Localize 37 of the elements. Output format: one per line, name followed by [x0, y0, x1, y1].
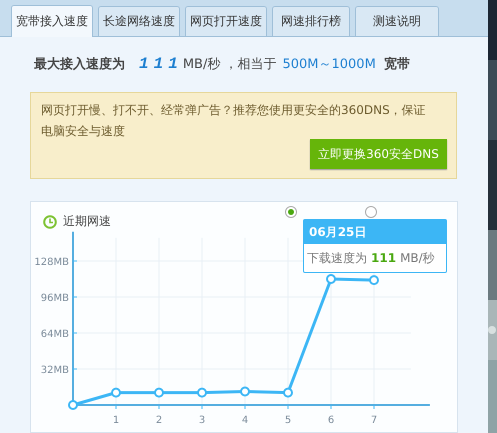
radio-button[interactable] [285, 206, 297, 218]
tooltip-date: 06月25日 [304, 220, 446, 244]
clock-icon [43, 214, 57, 229]
speed-label: 最大接入速度为 [34, 56, 125, 74]
data-point [283, 388, 293, 398]
axis-label: 64MB [40, 329, 69, 340]
axis-label: 6 [328, 415, 334, 426]
data-point [154, 388, 164, 398]
data-point [68, 400, 78, 410]
bandwidth-label: 宽带 [384, 56, 410, 74]
axis-label: 5 [284, 415, 292, 426]
chart-title: 近期网速 [63, 213, 111, 230]
axis-label: 4 [242, 415, 248, 426]
bandwidth-range: 500M～1000M [282, 56, 376, 74]
axis-label: 1 [112, 415, 120, 426]
data-point [369, 275, 379, 286]
axis-label: 96MB [40, 293, 69, 304]
axis-label: 7 [370, 415, 378, 426]
speed-value: 111 [139, 55, 183, 74]
axis-label: 128MB [34, 257, 69, 268]
tab[interactable]: 测速说明 [355, 6, 439, 36]
tooltip-value: 111 [371, 251, 396, 266]
data-point [240, 386, 250, 397]
tab[interactable]: 宽带接入速度 [11, 4, 93, 37]
radio-button[interactable] [365, 206, 377, 218]
notice-text: 网页打开慢、打不开、经常弹广告？推荐您使用更安全的360DNS，保证电脑安全与速度 [41, 102, 427, 140]
tab[interactable]: 网速排行榜 [272, 6, 350, 36]
axis-label: 3 [198, 415, 206, 426]
speed-unit: MB/秒 ，相当于 [182, 56, 276, 74]
data-point [197, 388, 207, 398]
tooltip-unit: MB/秒 [400, 250, 435, 267]
tab[interactable]: 网页打开速度 [185, 6, 267, 36]
data-point [111, 388, 121, 398]
tooltip-label: 下载速度为 [307, 250, 367, 267]
axis-label: 2 [156, 415, 162, 426]
tab[interactable]: 长途网络速度 [98, 6, 180, 36]
axis-label: 32MB [40, 365, 69, 376]
